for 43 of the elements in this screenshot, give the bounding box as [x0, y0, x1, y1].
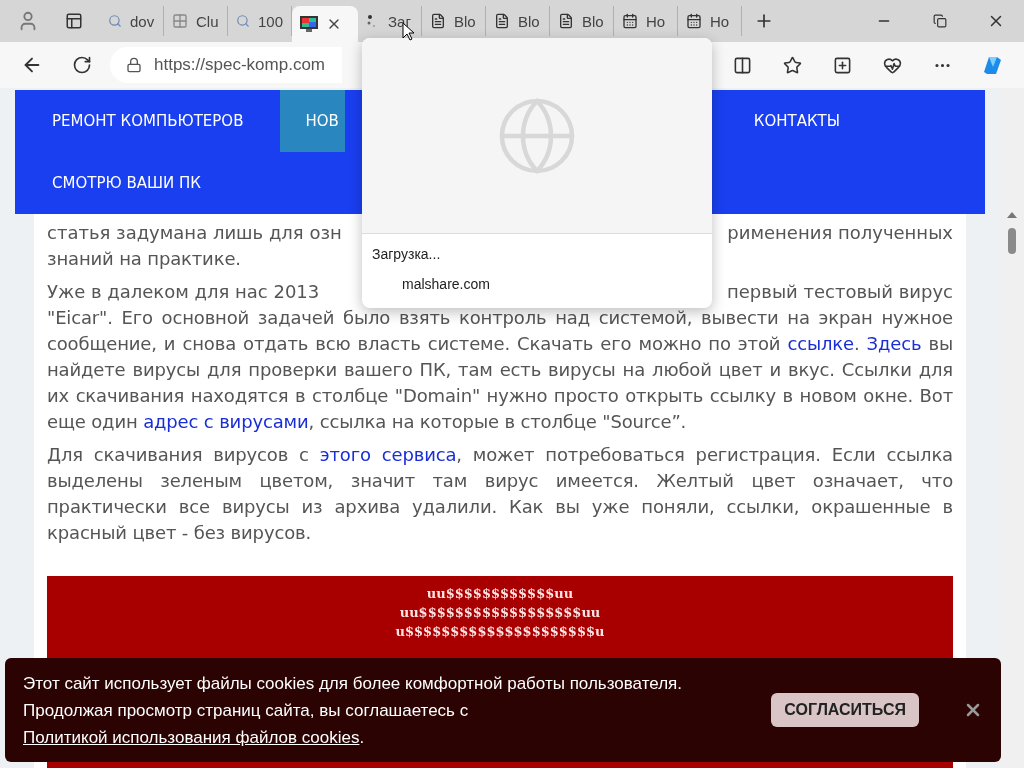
favicon-icon	[300, 16, 318, 32]
ascii-art-line: uu$$$$$$$$$$$$$$$$$$uu	[399, 604, 601, 622]
text-fragment: рименения полученных	[727, 221, 953, 245]
text-fragment: Уже в далеком для нас 2013	[47, 280, 320, 304]
browser-tab[interactable]: Ho	[678, 6, 742, 36]
nav-link[interactable]: КОНТАКТЫ	[716, 90, 877, 152]
browser-tab[interactable]: Clu	[164, 6, 228, 36]
calendar-icon	[686, 13, 702, 29]
browser-tab[interactable]	[292, 6, 358, 42]
search-icon	[108, 14, 122, 28]
text-link[interactable]: ссылке	[787, 333, 854, 354]
document-icon	[494, 13, 510, 29]
text-link[interactable]: адрес с вирусами	[143, 411, 309, 432]
text-link[interactable]: Политикой использования файлов cookies	[23, 727, 360, 747]
browser-tab[interactable]: dov	[100, 6, 164, 36]
ascii-art-line: uu$$$$$$$$$$$$uu	[426, 585, 574, 603]
browser-tab[interactable]: Blo	[422, 6, 486, 36]
browser-tab[interactable]: Blo	[486, 6, 550, 36]
article-paragraph: знаний на практике.	[47, 247, 241, 271]
loading-status: Загрузка...	[371, 245, 442, 262]
nav-link[interactable]: СМОТРЮ ВАШИ ПК	[15, 152, 238, 214]
agree-button[interactable]: СОГЛАСИТЬСЯ	[771, 693, 919, 727]
grid-icon	[172, 13, 188, 29]
scrollbar[interactable]	[1000, 88, 1024, 768]
text-link[interactable]: Здесь	[866, 333, 922, 354]
document-icon	[430, 13, 446, 29]
calendar-icon	[622, 13, 638, 29]
lock-icon	[126, 57, 142, 73]
browser-tab[interactable]: Ho	[614, 6, 678, 36]
address-bar[interactable]: https://spec-komp.com	[110, 47, 342, 83]
article-paragraph: "Eicar". Его основной задачей было взять контроль над системой, вывести на экран нужное сообщение, и снова отдать всю власть системе. Скачать его можно по этой ссылке. Здесь вы найдете вирусы для проверки вашего ПК, там есть вирусы на любой цвет и вкус. Ссылки для их скачивания находятся в столбце "Domain" нужно просто открыть ссылку в новом окне. Вот еще один адрес с вирусами, ссылка на которые в столбце "Source”.	[47, 306, 953, 434]
article-paragraph: Для скачивания вирусов с этого сервиса, может потребоваться регистрация. Если ссылка выделены зеленым цветом, значит там вирус имеется. Желтый цвет означает, что практически все вирусы из архива удалили. Как вы уже поняли, ссылки, окрашенные в красный цвет - без вирусов.	[47, 443, 953, 545]
document-icon	[558, 13, 574, 29]
text-fragment: первый тестовый вирус	[727, 280, 953, 304]
site-domain: malshare.com	[401, 275, 491, 292]
ascii-art-line: u$$$$$$$$$$$$$$$$$$$$$u	[395, 623, 605, 641]
browser-tab[interactable]: Blo	[550, 6, 614, 36]
nav-link[interactable]: НОВ	[280, 90, 345, 152]
search-icon	[236, 14, 250, 28]
nav-link[interactable]: РЕМОНТ КОМПЬЮТЕРОВ	[15, 90, 281, 152]
text-link[interactable]: этого сервиса	[319, 444, 457, 465]
cookie-notice: Этот сайт использует файлы cookies для более комфортной работы пользователя. Продолжая просмотр страниц сайта, вы соглашаетесь с Политикой использования файлов cookies.	[23, 672, 683, 749]
text-fragment: статья задумана лишь для озн	[47, 221, 342, 245]
